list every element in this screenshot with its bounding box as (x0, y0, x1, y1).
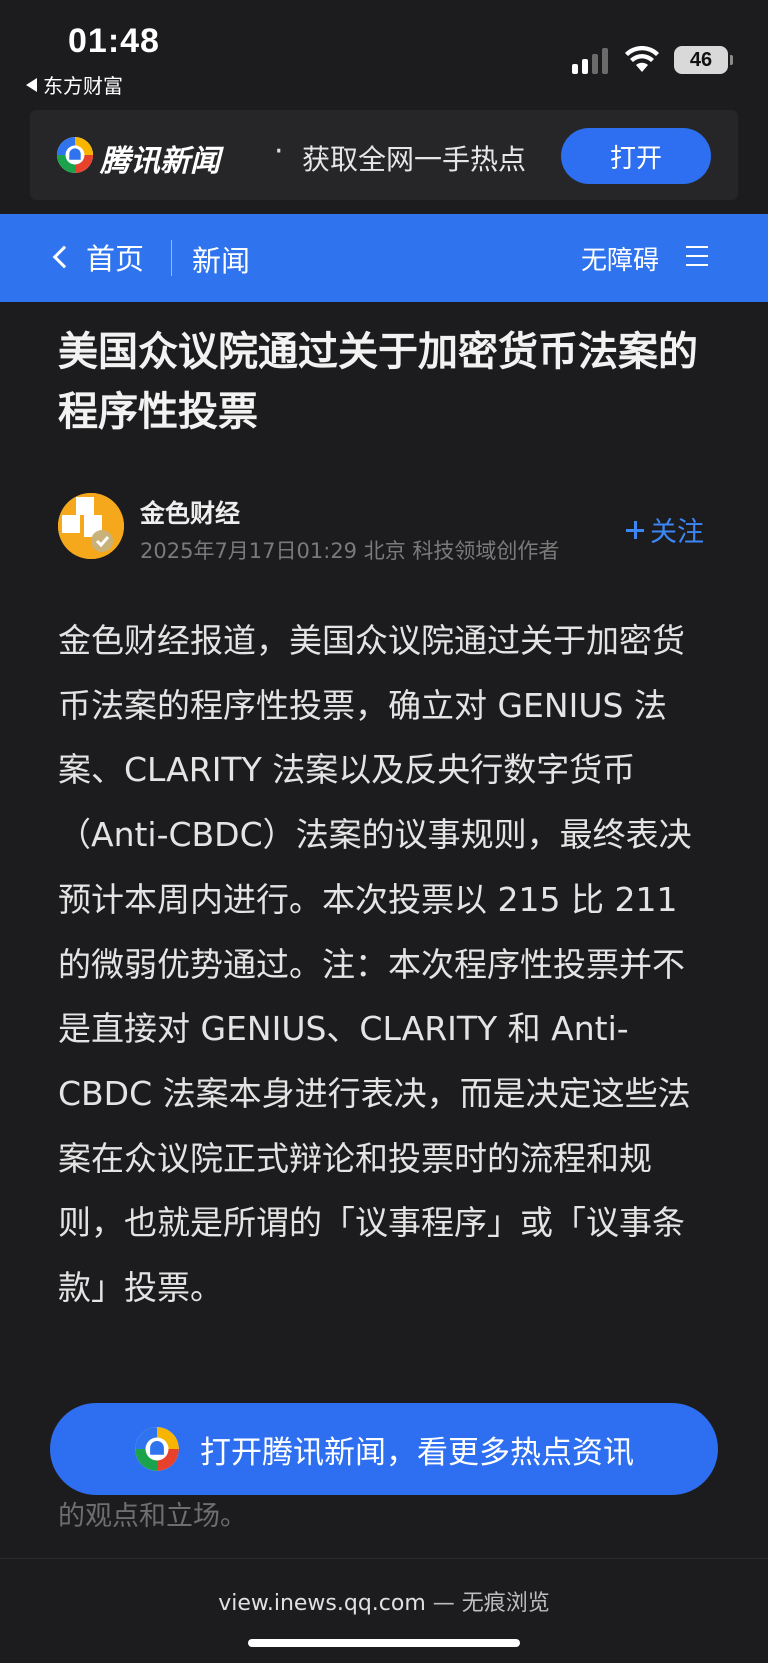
chevron-left-icon (52, 245, 76, 269)
private-mode-label: — 无痕浏览 (425, 1591, 550, 1616)
author-meta: 2025年7月17日01:29 北京 科技领域创作者 (140, 539, 560, 563)
browser-url-bar[interactable]: view.inews.qq.com — 无痕浏览 (0, 1558, 768, 1663)
back-arrow-icon (26, 77, 37, 92)
plus-icon (626, 520, 644, 539)
back-app-label: 东方财富 (43, 74, 123, 98)
tencent-news-logo-icon (135, 1427, 179, 1471)
accessibility-button[interactable]: 无障碍 (581, 240, 659, 277)
status-time: 01:48 (68, 22, 160, 60)
home-back-button[interactable]: 首页 (52, 236, 145, 278)
nav-divider (171, 240, 172, 276)
article-paragraph: 金色财经报道，美国众议院通过关于加密货币法案的程序性投票，确立对 GENIUS … (58, 621, 692, 1308)
truncated-text: 的观点和立场。 (58, 1501, 247, 1532)
open-app-cta-button[interactable]: 打开腾讯新闻，看更多热点资讯 (50, 1403, 718, 1495)
promo-separator: · (274, 134, 284, 169)
url-host: view.inews.qq.com (218, 1591, 426, 1616)
battery-indicator: 46 (674, 46, 733, 74)
open-app-button[interactable]: 打开 (561, 128, 711, 184)
cellular-signal-icon (572, 48, 608, 74)
status-bar: 01:48 东方财富 46 (0, 0, 768, 104)
article-title: 美国众议院通过关于加密货币法案的程序性投票 (58, 329, 698, 435)
author-avatar[interactable] (58, 493, 124, 559)
url-display[interactable]: view.inews.qq.com — 无痕浏览 (0, 1585, 768, 1617)
follow-button[interactable]: 关注 (624, 510, 704, 549)
author-name[interactable]: 金色财经 (140, 494, 240, 530)
menu-icon[interactable] (686, 246, 708, 266)
cta-label: 打开腾讯新闻，看更多热点资讯 (200, 1434, 634, 1470)
app-promo-banner: 腾讯新闻 · 获取全网一手热点 打开 (30, 110, 738, 200)
author-logo-icon (58, 493, 124, 559)
home-indicator[interactable] (248, 1639, 520, 1647)
back-to-app-link[interactable]: 东方财富 (26, 70, 123, 99)
promo-brand-name: 腾讯新闻 (100, 144, 220, 179)
tencent-news-logo-icon (56, 136, 94, 174)
wifi-icon (625, 46, 659, 72)
home-label: 首页 (86, 242, 145, 276)
navigation-bar: 首页 新闻 无障碍 (0, 214, 768, 302)
promo-slogan: 获取全网一手热点 (302, 143, 527, 176)
article-body: 金色财经报道，美国众议院通过关于加密货币法案的程序性投票，确立对 GENIUS … (58, 609, 712, 1321)
nav-section-news[interactable]: 新闻 (192, 238, 250, 280)
follow-label: 关注 (650, 517, 704, 547)
